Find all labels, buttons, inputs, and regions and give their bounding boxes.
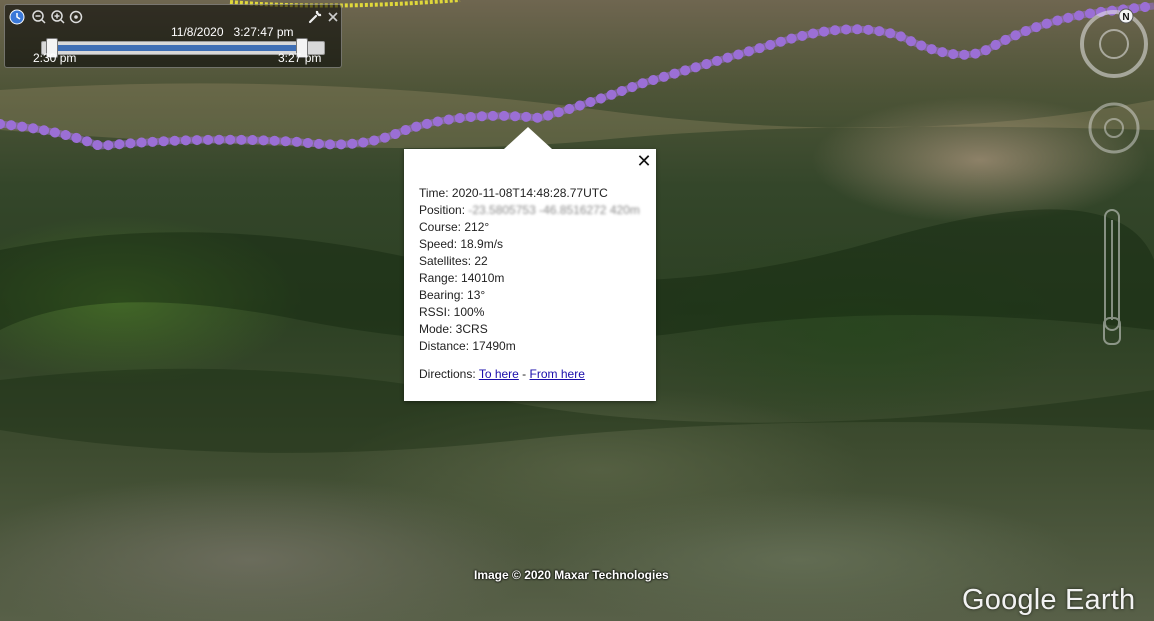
- course-line: Course: 212°: [419, 220, 490, 234]
- position-value: -23.5805753 -46.8516272 420m: [468, 203, 640, 217]
- satellites-line: Satellites: 22: [419, 254, 488, 268]
- time-line: Time: 2020-11-08T14:48:28.77UTC: [419, 185, 640, 202]
- navigation-controls: N: [1080, 8, 1148, 345]
- clock-icon[interactable]: [9, 9, 25, 25]
- compass-look-control[interactable]: [1080, 10, 1148, 78]
- time-label: Time:: [419, 186, 452, 200]
- directions-line: Directions: To here - From here: [419, 367, 585, 381]
- imagery-credit: Image © 2020 Maxar Technologies: [474, 568, 669, 582]
- directions-separator: -: [518, 367, 530, 381]
- speed-line: Speed: 18.9m/s: [419, 237, 504, 251]
- range-start-label: 2:30 pm: [33, 51, 77, 65]
- balloon-pointer: [504, 127, 552, 149]
- zoom-out-icon[interactable]: [31, 9, 47, 25]
- compass-north-icon[interactable]: N: [1118, 8, 1134, 24]
- google-earth-logo: Google Earth: [962, 584, 1136, 616]
- north-label: N: [1122, 12, 1129, 23]
- close-icon[interactable]: [325, 9, 341, 25]
- wrench-icon[interactable]: [307, 9, 323, 25]
- move-control[interactable]: [1088, 102, 1140, 154]
- bearing-line: Bearing: 13°: [419, 288, 486, 302]
- time-slider-panel: 11/8/2020 3:27:47 pm 2:30 pm 3:27 pm: [4, 4, 342, 68]
- position-label: Position:: [419, 203, 469, 217]
- to-here-link[interactable]: To here: [479, 367, 519, 381]
- current-time: 3:27:47 pm: [233, 25, 294, 39]
- current-datetime: 11/8/2020 3:27:47 pm: [171, 25, 294, 39]
- position-line: Position: -23.5805753 -46.8516272 420m: [419, 202, 640, 219]
- balloon-close-icon[interactable]: ✕: [636, 152, 652, 170]
- timeline-settings-icon[interactable]: [68, 9, 84, 25]
- placemark-info-balloon: ✕ Time: 2020-11-08T14:48:28.77UTC Positi…: [404, 127, 656, 401]
- from-here-link[interactable]: From here: [530, 367, 585, 381]
- range-end-label: 3:27 pm: [278, 51, 322, 65]
- balloon-details: Time: 2020-11-08T14:48:28.77UTC Position…: [419, 185, 640, 355]
- directions-label: Directions:: [419, 367, 479, 381]
- distance-line: Distance: 17490m: [419, 339, 516, 353]
- range-line: Range: 14010m: [419, 271, 505, 285]
- rssi-line: RSSI: 100%: [419, 305, 485, 319]
- time-slider-range: [50, 45, 304, 51]
- current-date: 11/8/2020: [171, 25, 224, 39]
- zoom-in-icon[interactable]: [50, 9, 66, 25]
- mode-line: Mode: 3CRS: [419, 322, 488, 336]
- time-value: 2020-11-08T14:48:28.77UTC: [451, 186, 608, 200]
- zoom-slider[interactable]: [1103, 209, 1121, 345]
